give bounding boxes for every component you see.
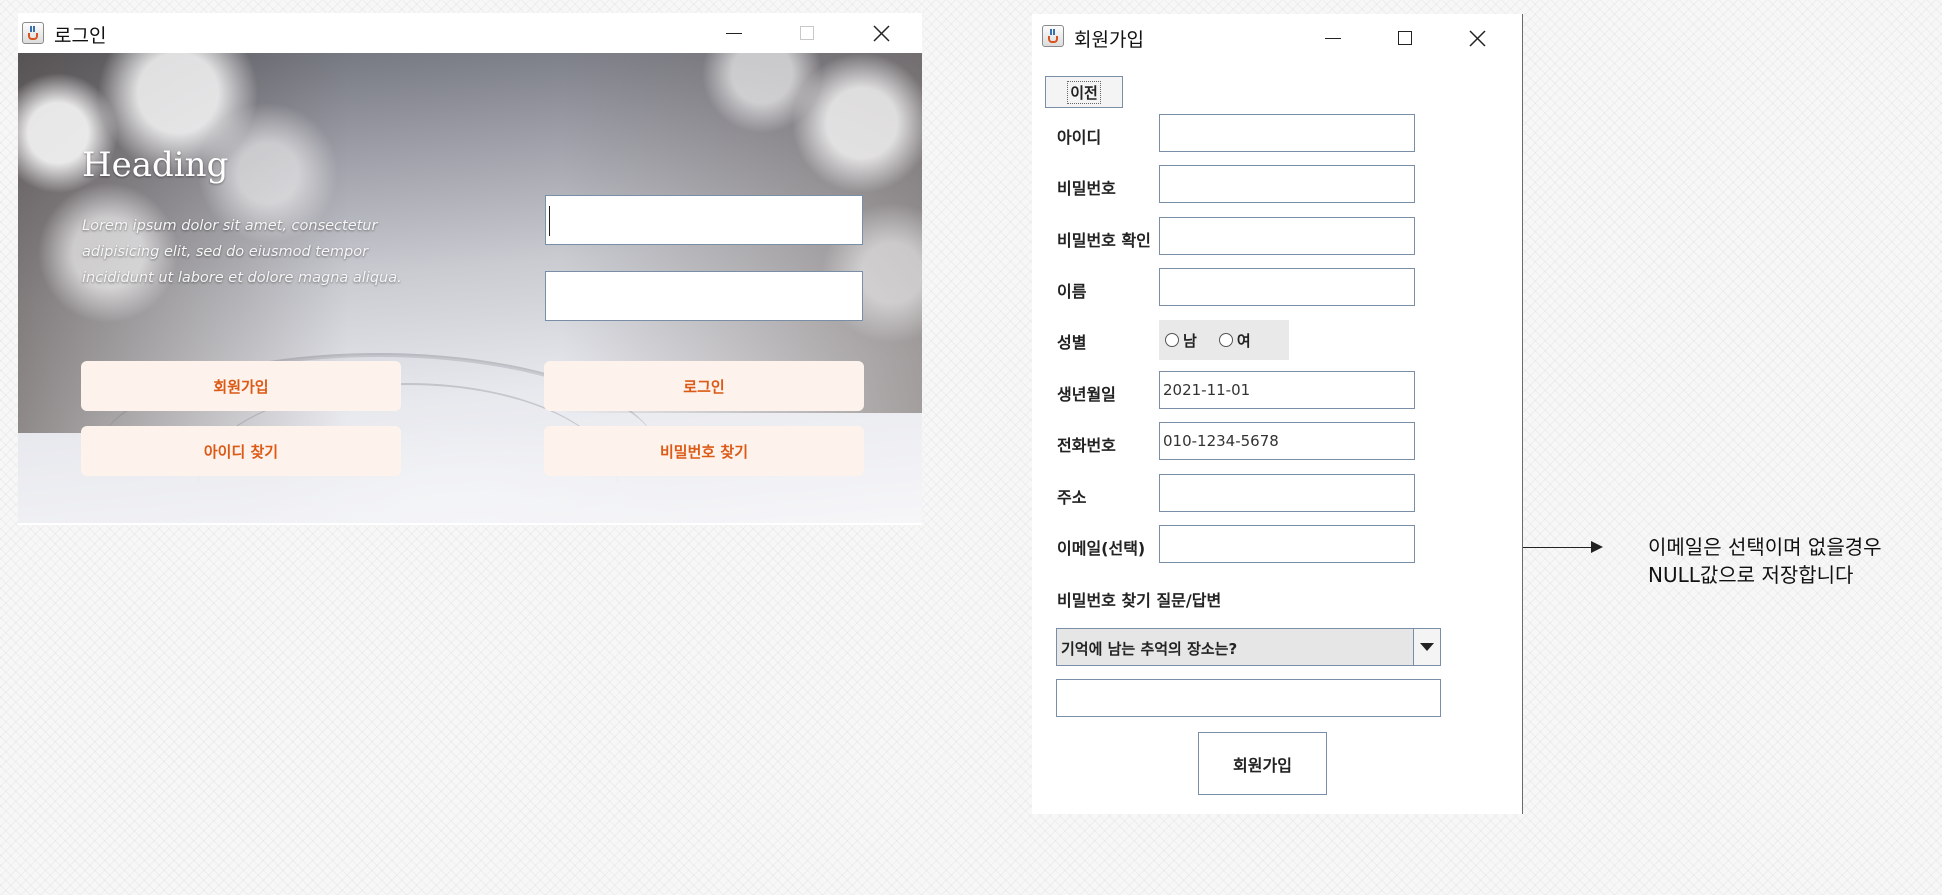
close-button[interactable]	[1454, 18, 1500, 58]
find-id-button[interactable]: 아이디 찾기	[81, 426, 401, 476]
gender-male-label: 남	[1183, 331, 1197, 350]
snow-background-image: Heading Lorem ipsum dolor sit amet, cons…	[18, 53, 922, 523]
back-button[interactable]: 이전	[1045, 76, 1123, 108]
password-label: 비밀번호	[1057, 179, 1116, 198]
password-confirm-field[interactable]	[1159, 217, 1415, 255]
question-selected-text: 기억에 남는 추억의 장소는?	[1061, 640, 1238, 658]
submit-signup-button[interactable]: 회원가입	[1198, 732, 1327, 795]
annotation-line-1: 이메일은 선택이며 없을경우	[1648, 535, 1882, 559]
heading-text: Heading	[82, 145, 229, 185]
maximize-button[interactable]	[1382, 18, 1428, 58]
gender-label: 성별	[1057, 333, 1087, 352]
password-input[interactable]	[545, 271, 863, 321]
maximize-icon	[800, 26, 814, 40]
maximize-button	[784, 13, 830, 53]
radio-circle-icon	[1165, 333, 1179, 347]
address-field[interactable]	[1159, 474, 1415, 512]
id-label: 아이디	[1057, 128, 1102, 147]
java-app-icon	[1042, 25, 1064, 47]
birthdate-label: 생년월일	[1057, 385, 1116, 404]
minimize-button[interactable]	[1310, 18, 1356, 58]
name-label: 이름	[1057, 282, 1087, 301]
email-field[interactable]	[1159, 525, 1415, 563]
login-window: 로그인 Heading Lorem ipsum dolor sit amet, …	[18, 13, 922, 525]
address-label: 주소	[1057, 488, 1087, 507]
question-select[interactable]: 기억에 남는 추억의 장소는?	[1056, 628, 1441, 666]
annotation-line-2: NULL값으로 저장합니다	[1648, 563, 1854, 587]
gender-female-radio[interactable]: 여	[1218, 330, 1251, 351]
find-password-button[interactable]: 비밀번호 찾기	[544, 426, 864, 476]
maximize-icon	[1398, 31, 1412, 45]
dropdown-arrow-button[interactable]	[1413, 629, 1440, 665]
id-input[interactable]	[545, 195, 863, 245]
radio-circle-icon	[1218, 333, 1233, 347]
gender-male-radio[interactable]: 남	[1165, 330, 1197, 351]
close-icon	[872, 24, 890, 42]
minimize-icon	[726, 32, 742, 34]
arrow-right-icon	[1591, 541, 1603, 553]
lead-text: Lorem ipsum dolor sit amet, consectetur …	[82, 218, 402, 286]
login-button[interactable]: 로그인	[544, 361, 864, 411]
minimize-icon	[1325, 37, 1341, 39]
close-button[interactable]	[858, 13, 904, 53]
annotation-arrow-line	[1523, 547, 1593, 548]
email-label: 이메일(선택)	[1057, 539, 1146, 558]
birthdate-field[interactable]: 2021-11-01	[1159, 371, 1415, 409]
annotation-note: 이메일은 선택이며 없을경우 NULL값으로 저장합니다	[1648, 533, 1882, 589]
chevron-down-icon	[1420, 643, 1434, 651]
login-window-title: 로그인	[54, 25, 107, 47]
answer-field[interactable]	[1056, 679, 1441, 717]
name-field[interactable]	[1159, 268, 1415, 306]
back-button-label: 이전	[1067, 80, 1101, 104]
login-titlebar: 로그인	[18, 13, 922, 53]
signup-window: 회원가입 이전 아이디 비밀번호 비밀번호 확인 이름 성별 남 여 생년월일 …	[1032, 14, 1523, 814]
java-app-icon	[22, 22, 44, 44]
close-icon	[1468, 29, 1486, 47]
id-field[interactable]	[1159, 114, 1415, 152]
question-section-label: 비밀번호 찾기 질문/답변	[1057, 591, 1222, 610]
signup-window-title: 회원가입	[1074, 29, 1144, 51]
signup-button[interactable]: 회원가입	[81, 361, 401, 411]
gender-radio-group: 남 여	[1159, 320, 1289, 360]
phone-field[interactable]: 010-1234-5678	[1159, 422, 1415, 460]
phone-label: 전화번호	[1057, 436, 1116, 455]
password-confirm-label: 비밀번호 확인	[1057, 231, 1151, 250]
signup-titlebar: 회원가입	[1032, 14, 1522, 54]
password-field[interactable]	[1159, 165, 1415, 203]
gender-female-label: 여	[1236, 331, 1251, 350]
text-caret	[549, 206, 550, 236]
minimize-button[interactable]	[711, 13, 757, 53]
